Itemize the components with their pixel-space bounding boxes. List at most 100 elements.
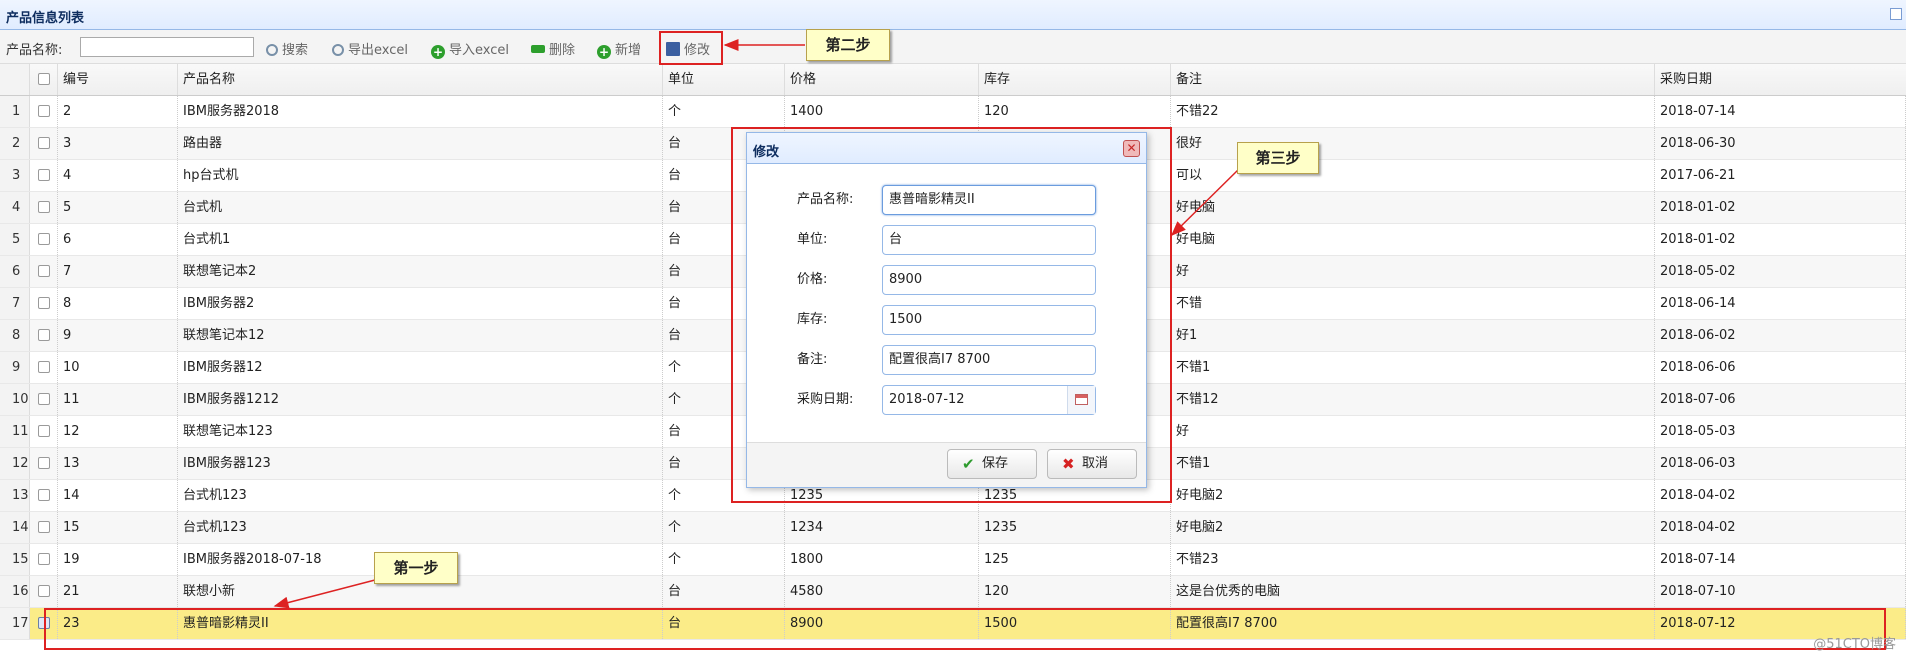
row-checkbox[interactable]	[30, 384, 58, 415]
row-number: 9	[0, 352, 30, 383]
cell-id: 2	[58, 96, 178, 127]
callout-step1: 第一步	[374, 552, 458, 584]
import-excel-button[interactable]: + 导入excel	[431, 39, 509, 59]
cell-name: 台式机123	[178, 480, 663, 511]
row-checkbox[interactable]	[30, 416, 58, 447]
row-checkbox[interactable]	[30, 512, 58, 543]
table-row[interactable]: 14 15 台式机123 个 1234 1235 好电脑2 2018-04-02	[0, 512, 1906, 544]
row-checkbox[interactable]	[30, 544, 58, 575]
row-number: 7	[0, 288, 30, 319]
cell-id: 21	[58, 576, 178, 607]
cell-note: 好电脑2	[1171, 512, 1655, 543]
table-row[interactable]: 1 2 IBM服务器2018 个 1400 120 不错22 2018-07-14	[0, 96, 1906, 128]
cell-id: 6	[58, 224, 178, 255]
checkbox-icon	[38, 553, 50, 565]
cell-date: 2018-06-02	[1655, 320, 1906, 351]
delete-button[interactable]: 删除	[531, 39, 575, 58]
cell-name: 联想笔记本123	[178, 416, 663, 447]
search-button[interactable]: 搜索	[266, 39, 308, 58]
unit-field[interactable]: 台	[882, 225, 1096, 255]
cell-name: IBM服务器123	[178, 448, 663, 479]
row-checkbox[interactable]	[30, 320, 58, 351]
date-value: 2018-07-12	[889, 392, 965, 407]
cell-note: 不错	[1171, 288, 1655, 319]
checkbox-icon	[38, 137, 50, 149]
selected-row-highlight	[44, 608, 1886, 650]
dialog-title: 修改	[753, 145, 780, 160]
row-checkbox[interactable]	[30, 352, 58, 383]
row-number: 12	[0, 448, 30, 479]
row-checkbox[interactable]	[30, 160, 58, 191]
checkbox-icon	[38, 425, 50, 437]
row-number: 11	[0, 416, 30, 447]
row-checkbox[interactable]	[30, 288, 58, 319]
row-checkbox[interactable]	[30, 96, 58, 127]
column-header-price[interactable]: 价格	[785, 64, 979, 95]
cell-note: 不错23	[1171, 544, 1655, 575]
stock-field[interactable]: 1500	[882, 305, 1096, 335]
column-header-unit[interactable]: 单位	[663, 64, 785, 95]
cell-note: 好	[1171, 256, 1655, 287]
cell-date: 2018-07-14	[1655, 96, 1906, 127]
cell-date: 2018-04-02	[1655, 480, 1906, 511]
cell-name: 联想笔记本12	[178, 320, 663, 351]
note-field[interactable]: 配置很高I7 8700	[882, 345, 1096, 375]
name-field[interactable]: 惠普暗影精灵II	[882, 185, 1096, 215]
column-header-date[interactable]: 采购日期	[1655, 64, 1906, 95]
calendar-icon[interactable]	[1067, 386, 1095, 414]
cell-price: 4580	[785, 576, 979, 607]
row-checkbox[interactable]	[30, 256, 58, 287]
cell-note: 好	[1171, 416, 1655, 447]
row-number: 3	[0, 160, 30, 191]
column-header-id[interactable]: 编号	[58, 64, 178, 95]
add-icon: +	[431, 45, 445, 59]
cell-note: 不错1	[1171, 352, 1655, 383]
cell-unit: 个	[663, 512, 785, 543]
cell-unit: 台	[663, 576, 785, 607]
dialog-header: 修改 ✕	[747, 133, 1146, 164]
row-number: 1	[0, 96, 30, 127]
cell-stock: 1235	[979, 512, 1171, 543]
column-header-stock[interactable]: 库存	[979, 64, 1171, 95]
row-checkbox[interactable]	[30, 224, 58, 255]
add-button[interactable]: + 新增	[597, 39, 641, 59]
collapse-icon[interactable]	[1890, 8, 1902, 20]
checkbox-icon	[38, 457, 50, 469]
export-excel-button[interactable]: 导出excel	[332, 39, 408, 58]
cell-id: 9	[58, 320, 178, 351]
cell-note: 不错12	[1171, 384, 1655, 415]
product-name-input[interactable]	[80, 37, 254, 57]
cell-date: 2018-06-30	[1655, 128, 1906, 159]
table-row[interactable]: 16 21 联想小新台 4580 120 这是台优秀的电脑 2018-07-10	[0, 576, 1906, 608]
product-name-label: 产品名称:	[6, 43, 63, 58]
date-field[interactable]: 2018-07-12	[882, 385, 1096, 415]
remove-icon	[531, 45, 545, 53]
panel-title: 产品信息列表	[6, 11, 85, 26]
cell-name: 台式机1	[178, 224, 663, 255]
cell-stock: 120	[979, 96, 1171, 127]
cell-note: 好1	[1171, 320, 1655, 351]
row-checkbox[interactable]	[30, 576, 58, 607]
cell-id: 14	[58, 480, 178, 511]
row-checkbox[interactable]	[30, 192, 58, 223]
row-checkbox[interactable]	[30, 448, 58, 479]
column-header-name[interactable]: 产品名称	[178, 64, 663, 95]
save-button[interactable]: ✔ 保存	[947, 449, 1037, 479]
cell-name: IBM服务器1212	[178, 384, 663, 415]
edit-dialog: 修改 ✕ 产品名称: 惠普暗影精灵II 单位: 台 价格: 8900 库存: 1…	[746, 132, 1147, 488]
table-row[interactable]: 15 19 IBM服务器2018-07-18 个 1800 125 不错23 2018-07-…	[0, 544, 1906, 576]
cell-stock: 120	[979, 576, 1171, 607]
row-checkbox[interactable]	[30, 480, 58, 511]
cell-name: 台式机	[178, 192, 663, 223]
cell-price: 1234	[785, 512, 979, 543]
select-all-checkbox[interactable]	[30, 64, 58, 95]
column-header-note[interactable]: 备注	[1171, 64, 1655, 95]
cell-date: 2018-06-06	[1655, 352, 1906, 383]
check-icon: ✔	[962, 455, 975, 473]
row-number-header	[0, 64, 30, 95]
close-icon[interactable]: ✕	[1123, 140, 1140, 157]
cancel-button[interactable]: ✖ 取消	[1047, 449, 1137, 479]
price-field[interactable]: 8900	[882, 265, 1096, 295]
row-checkbox[interactable]	[30, 128, 58, 159]
cell-id: 5	[58, 192, 178, 223]
